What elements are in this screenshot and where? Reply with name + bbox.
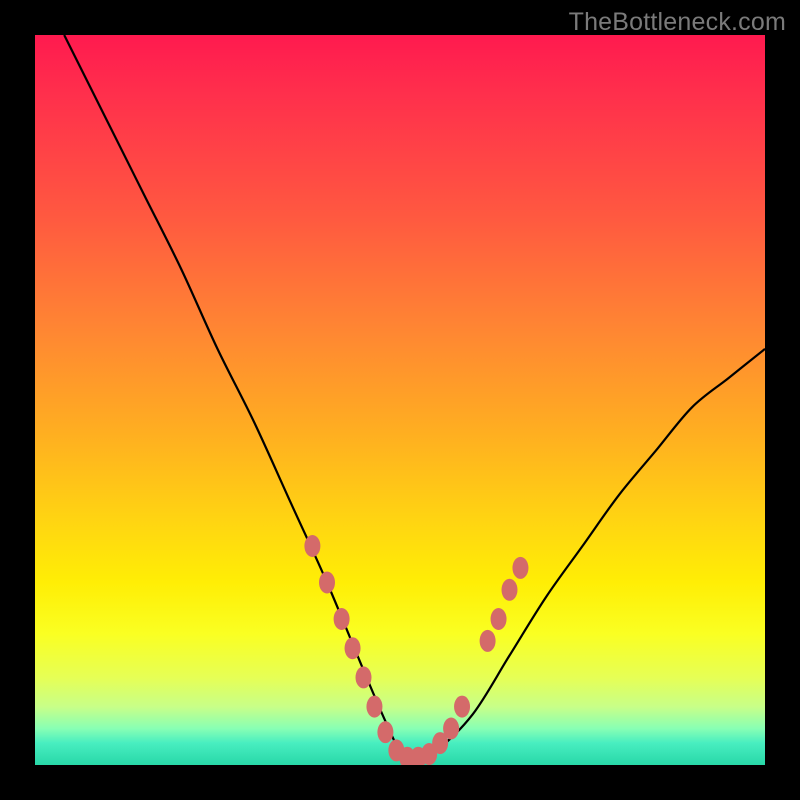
watermark-text: TheBottleneck.com: [569, 8, 786, 37]
chart-frame: TheBottleneck.com: [0, 0, 800, 800]
marker-dot: [502, 579, 518, 601]
marker-dot: [512, 557, 528, 579]
curve-line: [64, 35, 765, 758]
marker-dot: [366, 696, 382, 718]
chart-svg: [35, 35, 765, 765]
marker-dot: [334, 608, 350, 630]
plot-area: [35, 35, 765, 765]
marker-dot: [491, 608, 507, 630]
marker-dot: [345, 637, 361, 659]
marker-dot: [356, 666, 372, 688]
marker-dot: [443, 718, 459, 740]
marker-dot: [304, 535, 320, 557]
curve-markers: [304, 535, 528, 765]
marker-dot: [377, 721, 393, 743]
marker-dot: [319, 572, 335, 594]
marker-dot: [480, 630, 496, 652]
marker-dot: [454, 696, 470, 718]
